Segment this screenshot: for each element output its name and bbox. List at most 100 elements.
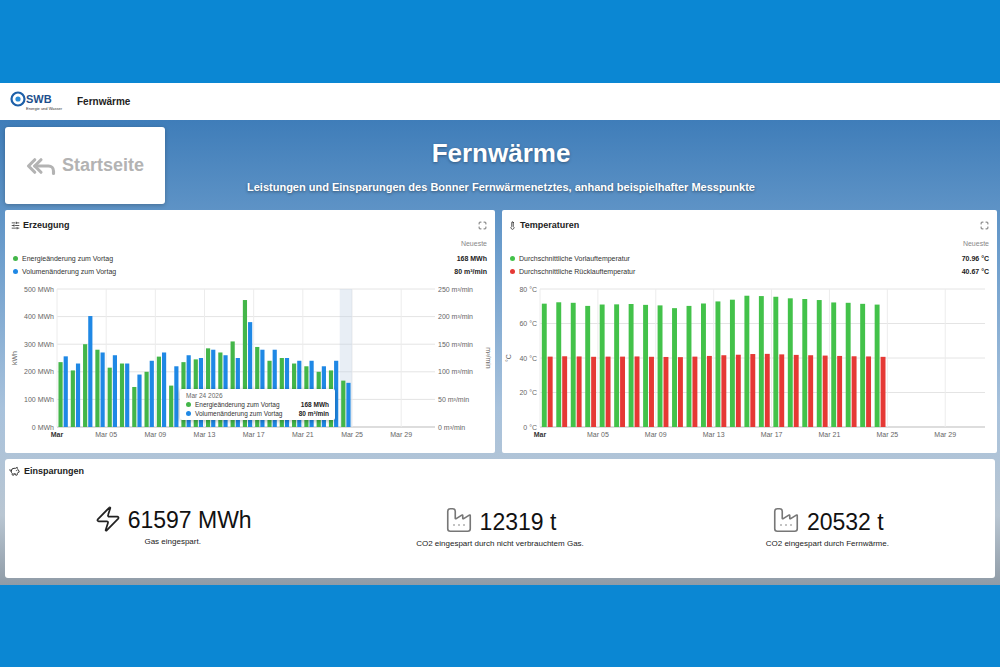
chart-bar[interactable] — [169, 386, 173, 427]
tooltip-row: Volumenänderung zum Vortag80 m³/min — [186, 410, 329, 417]
chart-bar[interactable] — [852, 356, 857, 427]
chart-bar[interactable] — [58, 362, 62, 427]
x-tick-label: Mar 09 — [144, 431, 166, 438]
chart-bar[interactable] — [150, 361, 154, 427]
chart-bar[interactable] — [64, 356, 68, 427]
chart-bar[interactable] — [736, 355, 741, 427]
chart-bar[interactable] — [346, 383, 350, 427]
y-tick-label: 0 °C — [523, 424, 537, 431]
chart-bar[interactable] — [750, 354, 755, 427]
chart-bar[interactable] — [101, 352, 105, 427]
sliders-icon — [11, 221, 20, 230]
fullscreen-icon[interactable] — [980, 221, 989, 230]
chart-bar[interactable] — [556, 302, 561, 427]
y-tick-label: 400 MWh — [24, 313, 54, 320]
legend-dot — [510, 256, 515, 261]
chart-bar[interactable] — [664, 357, 669, 427]
chart-bar[interactable] — [730, 300, 735, 427]
legend-item[interactable]: Volumenänderung zum Vortag80 m³/min — [5, 265, 495, 278]
x-tick-label: Mar 05 — [587, 431, 609, 438]
chart-bar[interactable] — [162, 352, 166, 427]
chart-row: ErzeugungNeuesteEnergieänderung zum Vort… — [5, 210, 997, 453]
chart-bar[interactable] — [721, 355, 726, 427]
panel-title: Erzeugung — [11, 220, 70, 230]
chart: 0 °C20 °C40 °C60 °C80 °C°CMarMar 05Mar 0… — [502, 282, 997, 447]
chart-bar[interactable] — [76, 364, 80, 427]
chart-bar[interactable] — [591, 357, 596, 427]
x-tick-label: Mar 25 — [341, 431, 363, 438]
chart-bar[interactable] — [95, 350, 99, 427]
chart-bar[interactable] — [542, 304, 547, 427]
chart-bar[interactable] — [113, 355, 117, 427]
chart-bar[interactable] — [157, 357, 161, 427]
chart-bar[interactable] — [71, 370, 75, 427]
y-tick-label: 20 °C — [519, 389, 537, 396]
chart-bar[interactable] — [643, 305, 648, 427]
fullscreen-icon[interactable] — [478, 221, 487, 230]
chart-bar[interactable] — [614, 304, 619, 427]
chart-bar[interactable] — [606, 357, 611, 427]
chart-bar[interactable] — [701, 303, 706, 427]
savings-header: Einsparungen — [9, 464, 991, 478]
chart-bar[interactable] — [866, 356, 871, 427]
chart-bar[interactable] — [808, 355, 813, 427]
chart-bar[interactable] — [687, 306, 692, 427]
legend-item[interactable]: Energieänderung zum Vortag168 MWh — [5, 252, 495, 265]
chart-bar[interactable] — [562, 356, 567, 427]
chart-bar[interactable] — [145, 372, 149, 427]
chart-bar[interactable] — [794, 355, 799, 427]
chart-bar[interactable] — [108, 368, 112, 427]
chart-bar[interactable] — [341, 381, 345, 427]
chart-bar[interactable] — [779, 354, 784, 427]
chart-bar[interactable] — [765, 354, 770, 427]
chart-bar[interactable] — [744, 296, 749, 427]
chart-bar[interactable] — [649, 357, 654, 427]
chart-bar[interactable] — [88, 316, 92, 427]
chart-bar[interactable] — [860, 304, 865, 427]
chart-bar[interactable] — [773, 297, 778, 427]
chart-bar[interactable] — [802, 299, 807, 427]
chart-bar[interactable] — [837, 356, 842, 427]
chart-bar[interactable] — [707, 356, 712, 427]
x-tick-label: Mar — [51, 431, 64, 438]
chart-bar[interactable] — [137, 375, 141, 427]
chart-bar[interactable] — [788, 298, 793, 427]
chart-bar[interactable] — [548, 357, 553, 427]
chart-bar[interactable] — [620, 357, 625, 427]
chart-bar[interactable] — [132, 387, 136, 427]
chart-bar[interactable] — [881, 357, 886, 427]
chart-bar[interactable] — [585, 306, 590, 427]
chart-bar[interactable] — [672, 308, 677, 427]
chart-bar[interactable] — [817, 300, 822, 427]
hero-title: Fernwärme — [432, 138, 571, 169]
chart-bar[interactable] — [571, 303, 576, 427]
chart-bar[interactable] — [692, 357, 697, 427]
chart-bar[interactable] — [846, 303, 851, 427]
chart-bar[interactable] — [120, 364, 124, 427]
legend-item[interactable]: Durchschnittliche Vorlauftemperatur70.96… — [502, 252, 997, 265]
chart-bar[interactable] — [174, 366, 178, 427]
swb-logo-icon[interactable]: SWBEnergie und Wasser — [9, 89, 67, 115]
x-tick-label: Mar 17 — [243, 431, 265, 438]
hero: StartseiteFernwärmeLeistungen und Einspa… — [0, 120, 1000, 585]
chart-bar[interactable] — [831, 302, 836, 427]
chart-bar[interactable] — [125, 364, 129, 427]
chart-bar[interactable] — [715, 301, 720, 427]
chart-bar[interactable] — [678, 357, 683, 427]
top-band — [0, 0, 1000, 83]
chart-bar[interactable] — [759, 296, 764, 427]
chart-bar[interactable] — [577, 356, 582, 427]
y-tick-label: 50 m³/min — [438, 396, 469, 403]
chart-bar[interactable] — [875, 305, 880, 427]
chart-bar[interactable] — [823, 356, 828, 427]
chart-bar[interactable] — [658, 305, 663, 427]
legend-item[interactable]: Durchschnittliche Rücklauftemperatur40.6… — [502, 265, 997, 278]
grid-line — [57, 289, 435, 290]
home-button[interactable]: Startseite — [5, 127, 165, 204]
chart-bar[interactable] — [635, 356, 640, 427]
chart-bar[interactable] — [600, 305, 605, 427]
chart-bar[interactable] — [629, 304, 634, 427]
grid-line — [106, 289, 107, 427]
chart-bar[interactable] — [83, 344, 87, 427]
grid-line — [771, 289, 772, 427]
